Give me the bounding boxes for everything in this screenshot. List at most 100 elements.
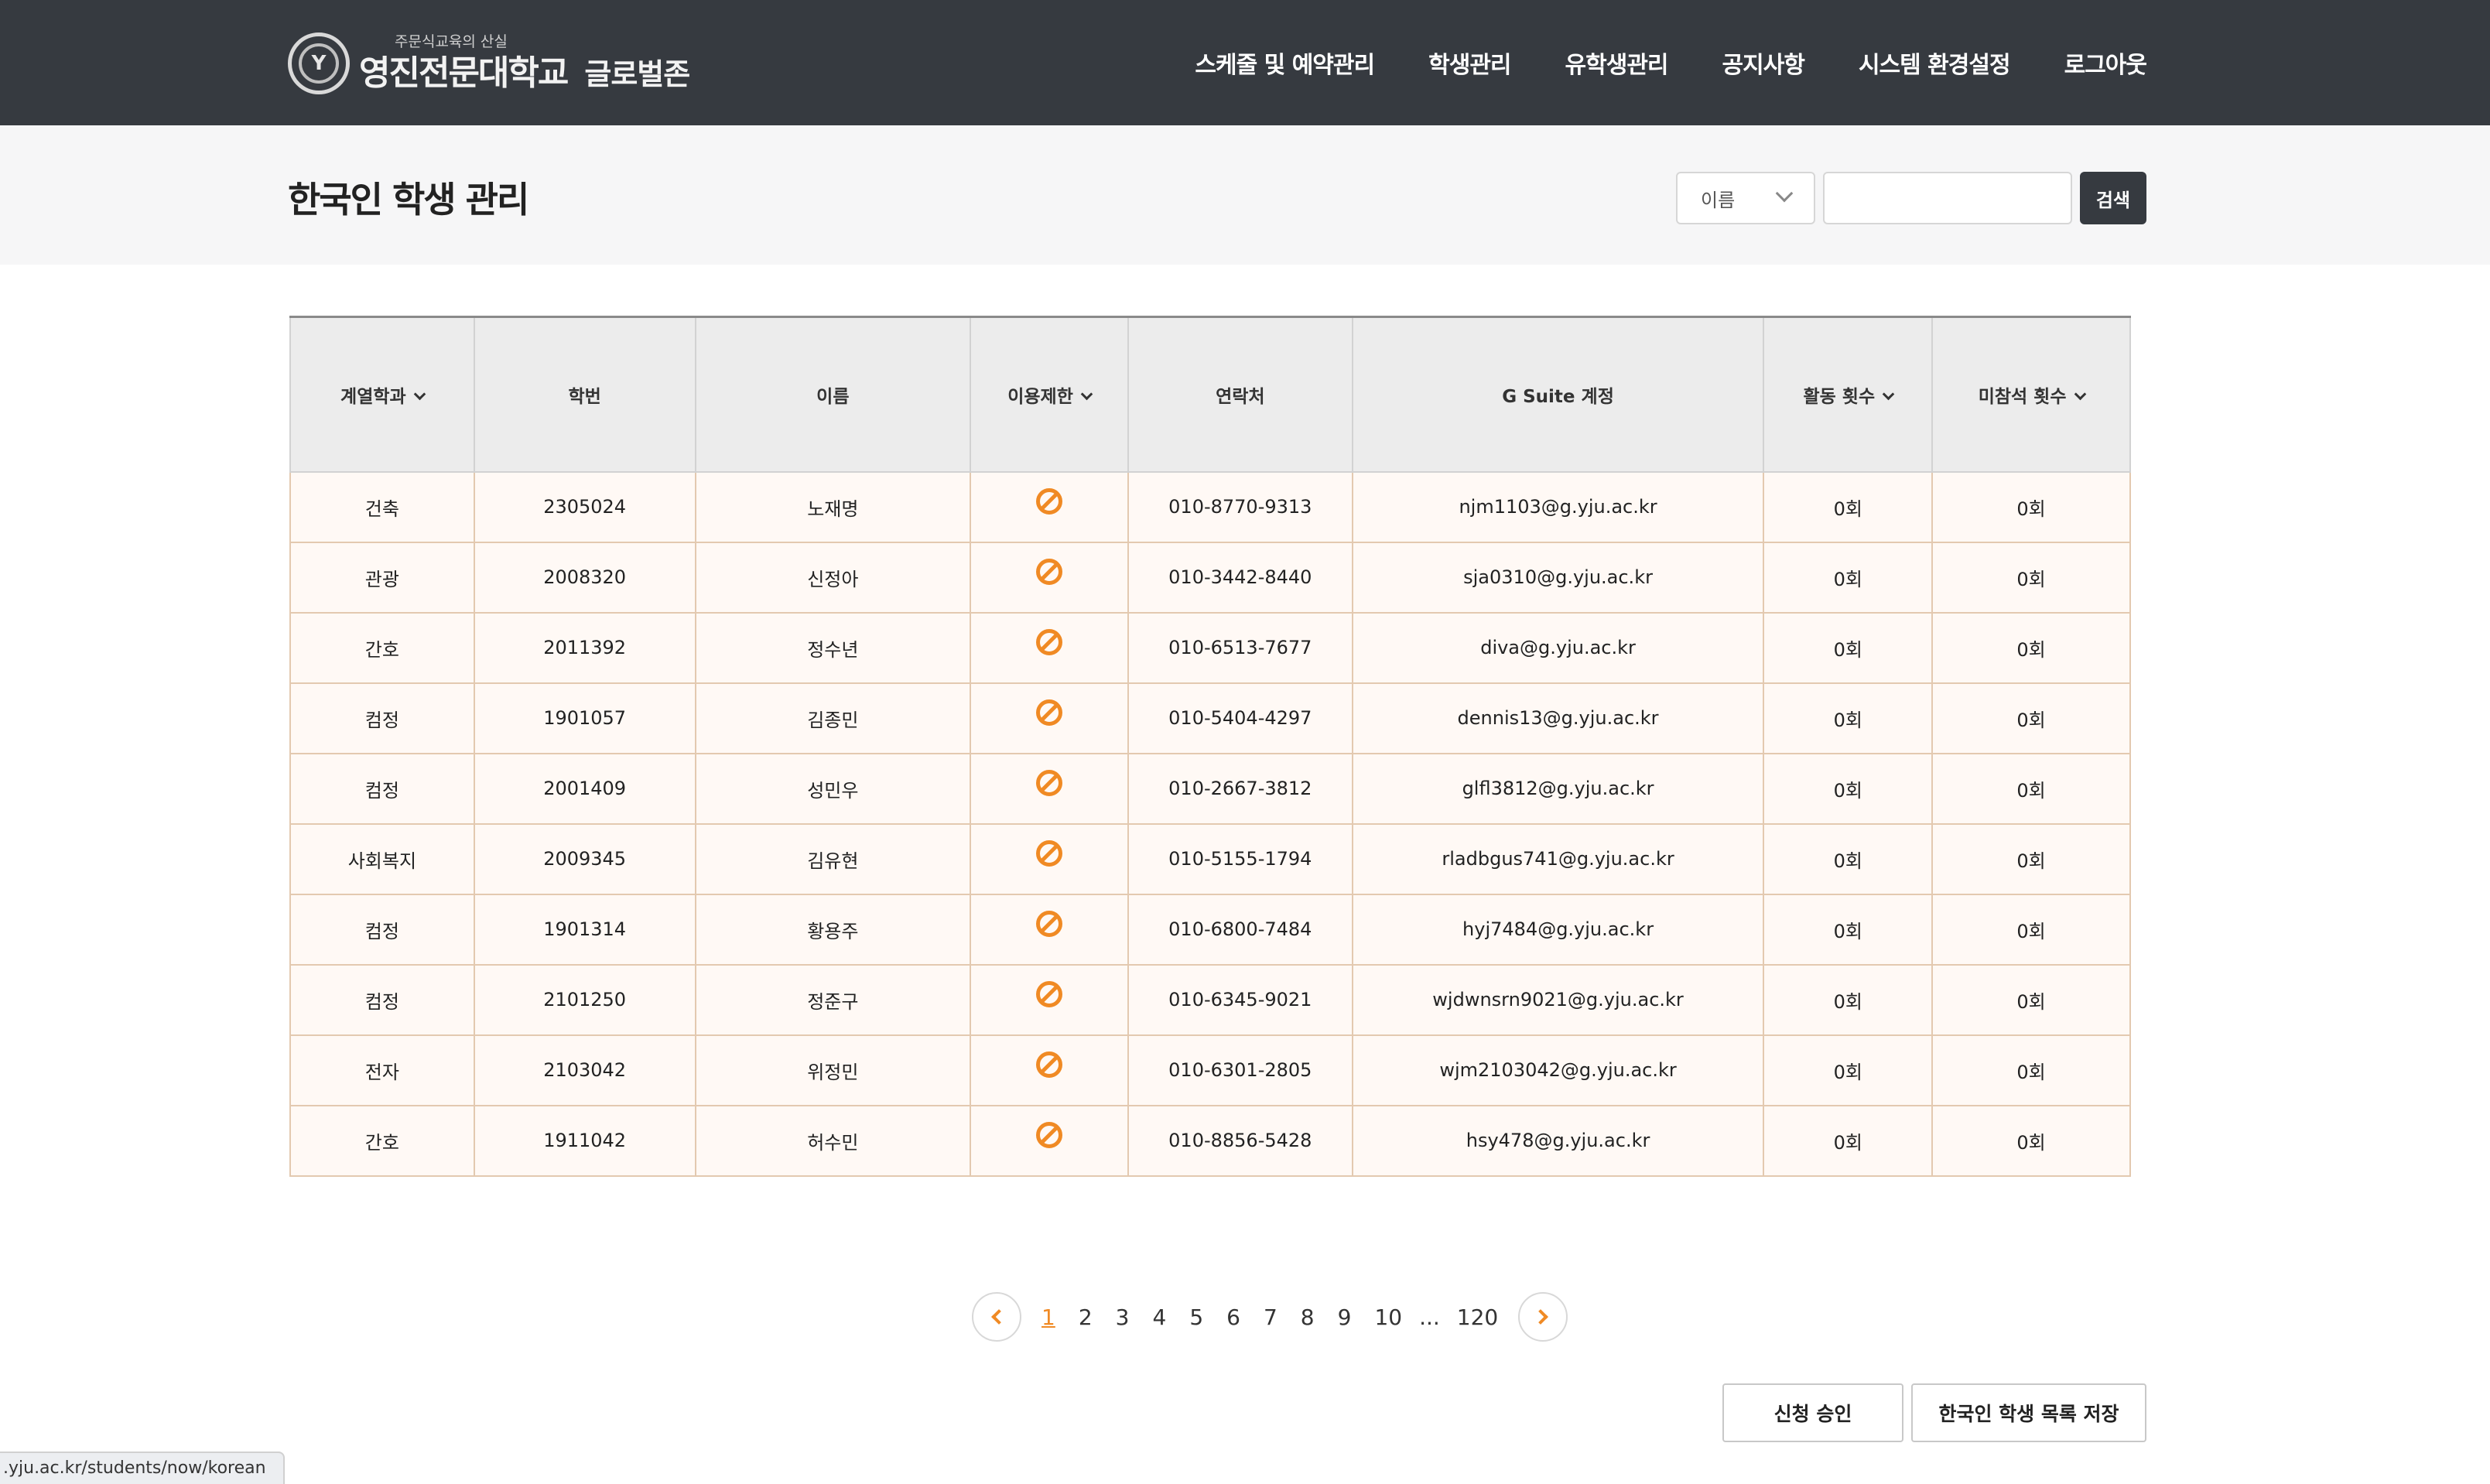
cell-phone: 010-5404-4297 [1127,682,1353,754]
nav-schedule-reservation[interactable]: 스케줄 및 예약관리 [1195,46,1375,80]
cell-restriction [970,682,1129,754]
cell-activity: 0회 [1763,470,1934,543]
chevron-left-icon [991,1309,1007,1325]
save-korean-student-list-button[interactable]: 한국인 학생 목록 저장 [1911,1383,2146,1442]
cell-absence: 0회 [1931,1104,2131,1177]
cell-gsuite: hyj7484@g.yju.ac.kr [1351,893,1765,966]
ban-icon[interactable] [1036,770,1063,796]
chevron-down-icon [1882,388,1895,401]
student-table: 계열학과 학번 이름 이용제한 연락처 G Suite 계정 활동 횟수 미참석… [289,316,2131,1177]
table-row[interactable]: 사회복지 2009345 김유현 010-5155-1794 rladbgus7… [289,822,2131,895]
cell-absence: 0회 [1931,541,2131,614]
pagination-next-button[interactable] [1518,1292,1568,1342]
cell-student-id: 2008320 [473,541,696,614]
cell-activity: 0회 [1763,1034,1934,1106]
cell-gsuite: wjm2103042@g.yju.ac.kr [1351,1034,1765,1106]
ban-icon[interactable] [1036,840,1063,867]
cell-student-id: 1911042 [473,1104,696,1177]
nav-international-student-management[interactable]: 유학생관리 [1565,46,1669,80]
ban-icon[interactable] [1036,488,1063,515]
table-row[interactable]: 전자 2103042 위정민 010-6301-2805 wjm2103042@… [289,1034,2131,1106]
ban-icon[interactable] [1036,981,1063,1007]
cell-dept: 간호 [289,611,475,684]
table-row[interactable]: 컴정 2001409 성민우 010-2667-3812 glfl3812@g.… [289,752,2131,825]
page-link[interactable]: 2 [1072,1304,1099,1330]
page-link[interactable]: 5 [1183,1304,1209,1330]
cell-activity: 0회 [1763,963,1934,1036]
ban-icon[interactable] [1036,629,1063,655]
chevron-down-icon [1080,388,1093,401]
nav-student-management[interactable]: 학생관리 [1428,46,1511,80]
pagination-ellipsis: ... [1419,1304,1440,1330]
ban-icon[interactable] [1036,911,1063,937]
column-header-name: 이름 [694,316,972,473]
page-link-current[interactable]: 1 [1035,1304,1062,1330]
table-row[interactable]: 간호 1911042 허수민 010-8856-5428 hsy478@g.yj… [289,1104,2131,1177]
column-header-phone: 연락처 [1127,316,1353,473]
cell-phone: 010-3442-8440 [1127,541,1353,614]
cell-gsuite: diva@g.yju.ac.kr [1351,611,1765,684]
cell-restriction [970,963,1129,1036]
page-link[interactable]: 8 [1295,1304,1321,1330]
ban-icon[interactable] [1036,559,1063,585]
cell-dept: 간호 [289,1104,475,1177]
table-row[interactable]: 건축 2305024 노재명 010-8770-9313 njm1103@g.y… [289,470,2131,543]
cell-gsuite: sja0310@g.yju.ac.kr [1351,541,1765,614]
nav-logout[interactable]: 로그아웃 [2064,46,2147,80]
table-row[interactable]: 컴정 2101250 정준구 010-6345-9021 wjdwnsrn902… [289,963,2131,1036]
table-row[interactable]: 컴정 1901314 황용주 010-6800-7484 hyj7484@g.y… [289,893,2131,966]
table-row[interactable]: 컴정 1901057 김종민 010-5404-4297 dennis13@g.… [289,682,2131,754]
page-link-last[interactable]: 120 [1451,1304,1504,1330]
page-header: 한국인 학생 관리 이름 검색 [0,125,2490,265]
site-logo[interactable]: Y 주문식교육의 산실 영진전문대학교 글로벌존 [288,31,690,96]
column-header-dept[interactable]: 계열학과 [289,316,475,473]
cell-name: 황용주 [694,893,972,966]
pagination-prev-button[interactable] [972,1292,1021,1342]
cell-gsuite: wjdwnsrn9021@g.yju.ac.kr [1351,963,1765,1036]
cell-gsuite: njm1103@g.yju.ac.kr [1351,470,1765,543]
nav-notices[interactable]: 공지사항 [1722,46,1805,80]
page-link[interactable]: 7 [1257,1304,1284,1330]
status-url: .yju.ac.kr/students/now/korean [0,1452,285,1484]
page-link[interactable]: 3 [1110,1304,1136,1330]
cell-gsuite: hsy478@g.yju.ac.kr [1351,1104,1765,1177]
search-input[interactable] [1823,172,2072,224]
cell-dept: 컴정 [289,682,475,754]
chevron-down-icon [2074,388,2086,401]
nav-system-settings[interactable]: 시스템 환경설정 [1859,46,2011,80]
cell-activity: 0회 [1763,1104,1934,1177]
cell-name: 허수민 [694,1104,972,1177]
table-row[interactable]: 간호 2011392 정수년 010-6513-7677 diva@g.yju.… [289,611,2131,684]
cell-restriction [970,1104,1129,1177]
cell-student-id: 1901314 [473,893,696,966]
ban-icon[interactable] [1036,1122,1063,1148]
cell-student-id: 2101250 [473,963,696,1036]
cell-student-id: 2305024 [473,470,696,543]
table-row[interactable]: 관광 2008320 신정아 010-3442-8440 sja0310@g.y… [289,541,2131,614]
cell-name: 김종민 [694,682,972,754]
search-field-select[interactable]: 이름 [1676,172,1815,224]
cell-dept: 컴정 [289,752,475,825]
ban-icon[interactable] [1036,1051,1063,1078]
page-link[interactable]: 10 [1368,1304,1408,1330]
column-header-restriction[interactable]: 이용제한 [970,316,1129,473]
search-button[interactable]: 검색 [2080,172,2146,224]
ban-icon[interactable] [1036,699,1063,726]
cell-restriction [970,822,1129,895]
cell-name: 신정아 [694,541,972,614]
page-link[interactable]: 6 [1220,1304,1247,1330]
page-link[interactable]: 4 [1146,1304,1172,1330]
cell-absence: 0회 [1931,822,2131,895]
cell-activity: 0회 [1763,541,1934,614]
approve-request-button[interactable]: 신청 승인 [1722,1383,1903,1442]
cell-activity: 0회 [1763,893,1934,966]
page-link[interactable]: 9 [1332,1304,1358,1330]
cell-name: 노재명 [694,470,972,543]
cell-phone: 010-6345-9021 [1127,963,1353,1036]
column-header-activity[interactable]: 활동 횟수 [1763,316,1934,473]
column-header-absence[interactable]: 미참석 횟수 [1931,316,2131,473]
page-title: 한국인 학생 관리 [288,179,529,221]
cell-restriction [970,611,1129,684]
cell-activity: 0회 [1763,752,1934,825]
cell-name: 성민우 [694,752,972,825]
